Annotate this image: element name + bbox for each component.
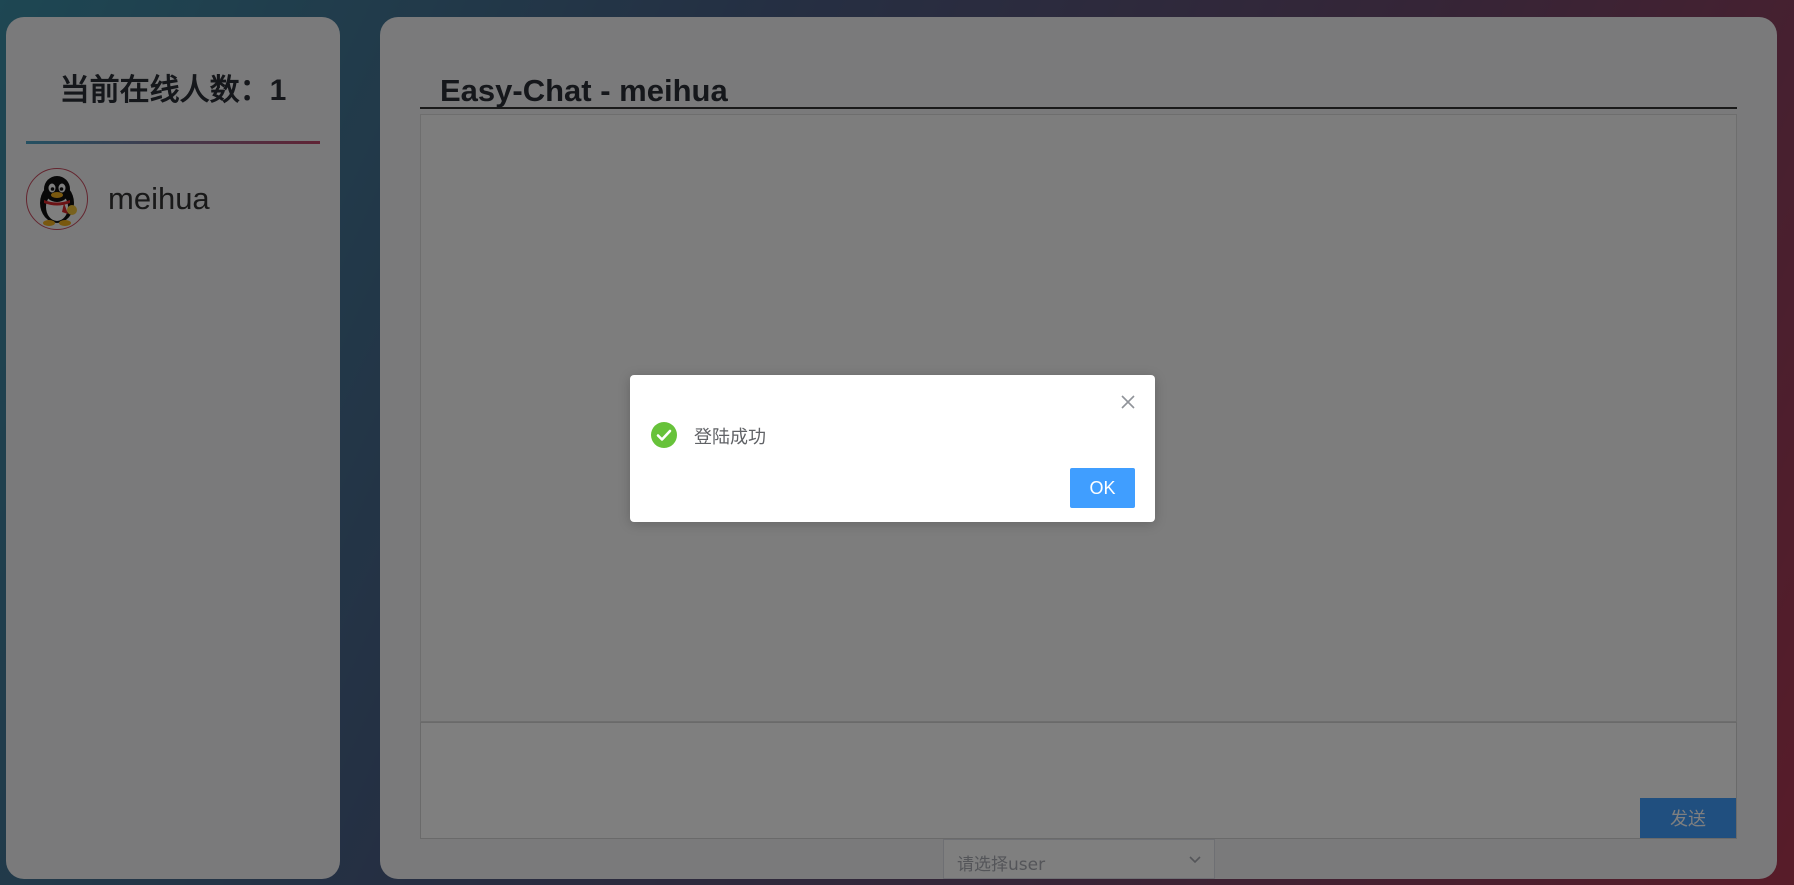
success-check-icon	[651, 422, 677, 448]
close-icon[interactable]	[1119, 393, 1137, 411]
login-success-dialog: 登陆成功 OK	[630, 375, 1155, 522]
ok-button[interactable]: OK	[1070, 468, 1135, 508]
dialog-message: 登陆成功	[694, 427, 766, 448]
